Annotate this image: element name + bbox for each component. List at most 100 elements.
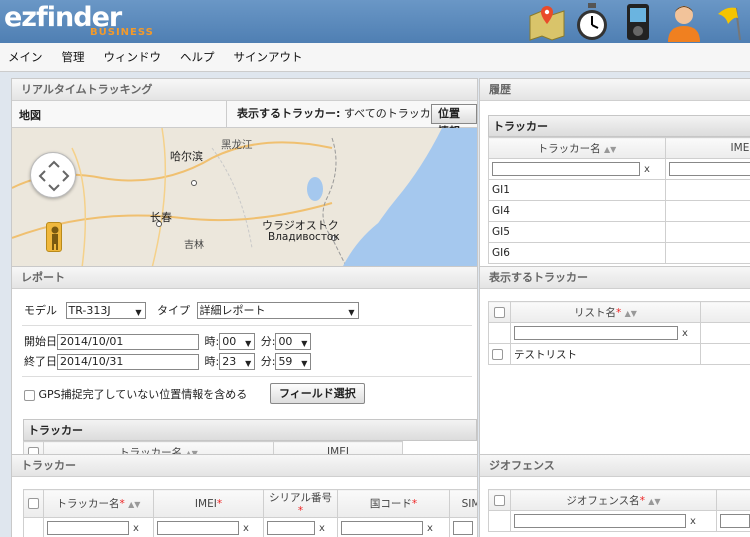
type-label: タイプ <box>157 304 190 317</box>
sort-icon: ▲▼ <box>624 308 637 318</box>
table-row[interactable]: GI6 <box>488 242 750 264</box>
geofence-filter-extra-input[interactable] <box>720 514 750 528</box>
end-min-select[interactable]: 59 <box>275 353 312 371</box>
pan-arrows-icon <box>38 160 70 192</box>
clear-filter-icon[interactable]: x <box>682 328 688 339</box>
display-filter-cell: x <box>510 322 701 344</box>
menu-help[interactable]: ヘルプ <box>180 49 215 65</box>
display-select-all-checkbox[interactable] <box>494 306 505 318</box>
clear-filter-icon[interactable]: x <box>644 164 650 175</box>
model-select[interactable]: TR-313J <box>65 302 146 320</box>
sort-icon: ▲▼ <box>648 496 661 506</box>
table-row[interactable]: GI5 <box>488 221 750 243</box>
show-trackers-selector[interactable]: 表示するトラッカー: すべてのトラッカー <box>226 101 442 128</box>
display-trackers-panel: 表示するトラッカー リスト名* ▲▼ x テストリスト <box>479 266 750 456</box>
map-view[interactable]: 黑龙江 哈尔滨 长春 吉林 ウラジオストク Владивосток <box>12 128 477 267</box>
pan-control[interactable] <box>30 152 76 198</box>
street-view-pegman-icon[interactable] <box>46 222 62 252</box>
type-select[interactable]: 詳細レポート <box>196 302 359 320</box>
start-date-label: 開始日 <box>24 335 57 348</box>
filter-serial-input[interactable] <box>267 521 315 535</box>
end-date-input[interactable]: 2014/10/31 <box>57 354 199 370</box>
flag-icon[interactable] <box>710 2 750 42</box>
start-min-label: 分: <box>260 335 276 348</box>
trackers-col-serial[interactable]: シリアル番号* <box>263 489 338 518</box>
map-toolbar: 地図 表示するトラッカー: すべてのトラッカー 位置情報 <box>12 101 477 138</box>
menu-admin[interactable]: 管理 <box>62 49 85 65</box>
panel-title: リアルタイムトラッキング <box>12 79 477 101</box>
map-place-harbin: 哈尔滨 <box>170 150 203 163</box>
report-tracker-section-title: トラッカー <box>23 419 477 441</box>
geofence-filter-input[interactable] <box>514 514 686 528</box>
menu-signout[interactable]: サインアウト <box>234 49 303 65</box>
trackers-col-sim[interactable]: SIM <box>449 489 477 518</box>
clear-filter-icon[interactable]: x <box>243 523 249 534</box>
field-select-button[interactable]: フィールド選択 <box>270 383 365 404</box>
clear-filter-icon[interactable]: x <box>690 516 696 527</box>
menu-main[interactable]: メイン <box>8 49 43 65</box>
menu-window[interactable]: ウィンドウ <box>104 49 162 65</box>
display-select-all-cell <box>488 301 511 323</box>
report-panel: レポート モデル TR-313J タイプ 詳細レポート 開始日2014/10/0… <box>11 266 478 456</box>
map-place-jilin: 吉林 <box>184 240 204 251</box>
map-label: 地図 <box>19 109 41 122</box>
filter-sim-input[interactable] <box>453 521 473 535</box>
table-row[interactable]: GI4 <box>488 200 750 222</box>
display-filter-input[interactable] <box>514 326 678 340</box>
clear-filter-icon[interactable]: x <box>319 523 325 534</box>
user-icon[interactable] <box>664 2 704 42</box>
history-filter-name-cell: x <box>488 158 666 180</box>
gps-checkbox[interactable] <box>24 389 35 401</box>
start-date-input[interactable]: 2014/10/01 <box>57 334 199 350</box>
history-filter-imei-input[interactable] <box>669 162 750 176</box>
display-col-list-name[interactable]: リスト名* ▲▼ <box>510 301 701 323</box>
history-filter-name-input[interactable] <box>492 162 640 176</box>
tracker-device-icon[interactable] <box>618 2 658 42</box>
end-hour-label: 時: <box>204 355 220 368</box>
geofence-panel: ジオフェンス ジオフェンス名* ▲▼ x <box>479 454 750 537</box>
filter-country-input[interactable] <box>341 521 423 535</box>
geofence-col-name[interactable]: ジオフェンス名* ▲▼ <box>510 489 717 511</box>
end-date-row: 終了日2014/10/31 時:23 分:59 <box>24 353 312 371</box>
panel-title: 表示するトラッカー <box>480 267 750 289</box>
model-label: モデル <box>24 304 57 317</box>
start-date-row: 開始日2014/10/01 時:00 分:00 <box>24 333 312 351</box>
panel-title: レポート <box>12 267 477 289</box>
row-checkbox[interactable] <box>492 348 503 360</box>
history-col-name[interactable]: トラッカー名 ▲▼ <box>488 137 666 159</box>
trackers-panel: トラッカー トラッカー名* ▲▼ IMEI* シリアル番号* 国コード* SIM… <box>11 454 478 537</box>
history-filter-imei-cell <box>665 158 750 180</box>
position-info-button[interactable]: 位置情報 <box>431 104 477 138</box>
geofence-select-all-checkbox[interactable] <box>494 494 505 506</box>
filter-name-input[interactable] <box>47 521 129 535</box>
trackers-select-all-cell <box>23 489 44 518</box>
end-hour-select[interactable]: 23 <box>219 353 256 371</box>
top-bar: ezfinder BUSINESS <box>0 0 750 43</box>
table-row[interactable]: テストリスト <box>488 343 750 365</box>
geofence-select-all-cell <box>488 489 511 511</box>
clear-filter-icon[interactable]: x <box>427 523 433 534</box>
menu-bar: メイン 管理 ウィンドウ ヘルプ サインアウト <box>0 43 750 72</box>
start-min-select[interactable]: 00 <box>275 333 312 351</box>
map-icon[interactable] <box>526 2 566 42</box>
panel-title: 履歴 <box>480 79 750 101</box>
gps-checkbox-row: GPS捕捉完了していない位置情報を含める <box>24 386 247 402</box>
map-place-changchun: 长春 <box>150 211 172 224</box>
clear-filter-icon[interactable]: x <box>133 523 139 534</box>
trackers-col-country[interactable]: 国コード* <box>337 489 450 518</box>
realtime-tracking-panel: リアルタイムトラッキング 地図 表示するトラッカー: すべてのトラッカー 位置情… <box>11 78 478 268</box>
stopwatch-icon[interactable] <box>572 2 612 42</box>
sort-icon: ▲▼ <box>128 500 141 509</box>
panel-title: ジオフェンス <box>480 455 750 477</box>
table-row[interactable]: GI1 <box>488 179 750 201</box>
map-place-vladivostok-ru: Владивосток <box>268 231 340 243</box>
filter-imei-input[interactable] <box>157 521 239 535</box>
end-date-label: 終了日 <box>24 355 57 368</box>
history-col-imei[interactable]: IMEI <box>665 137 750 159</box>
trackers-col-name[interactable]: トラッカー名* ▲▼ <box>43 489 154 518</box>
end-min-label: 分: <box>260 355 276 368</box>
start-hour-select[interactable]: 00 <box>219 333 256 351</box>
trackers-select-all-checkbox[interactable] <box>28 498 39 509</box>
start-hour-label: 時: <box>204 335 220 348</box>
trackers-col-imei[interactable]: IMEI* <box>153 489 264 518</box>
